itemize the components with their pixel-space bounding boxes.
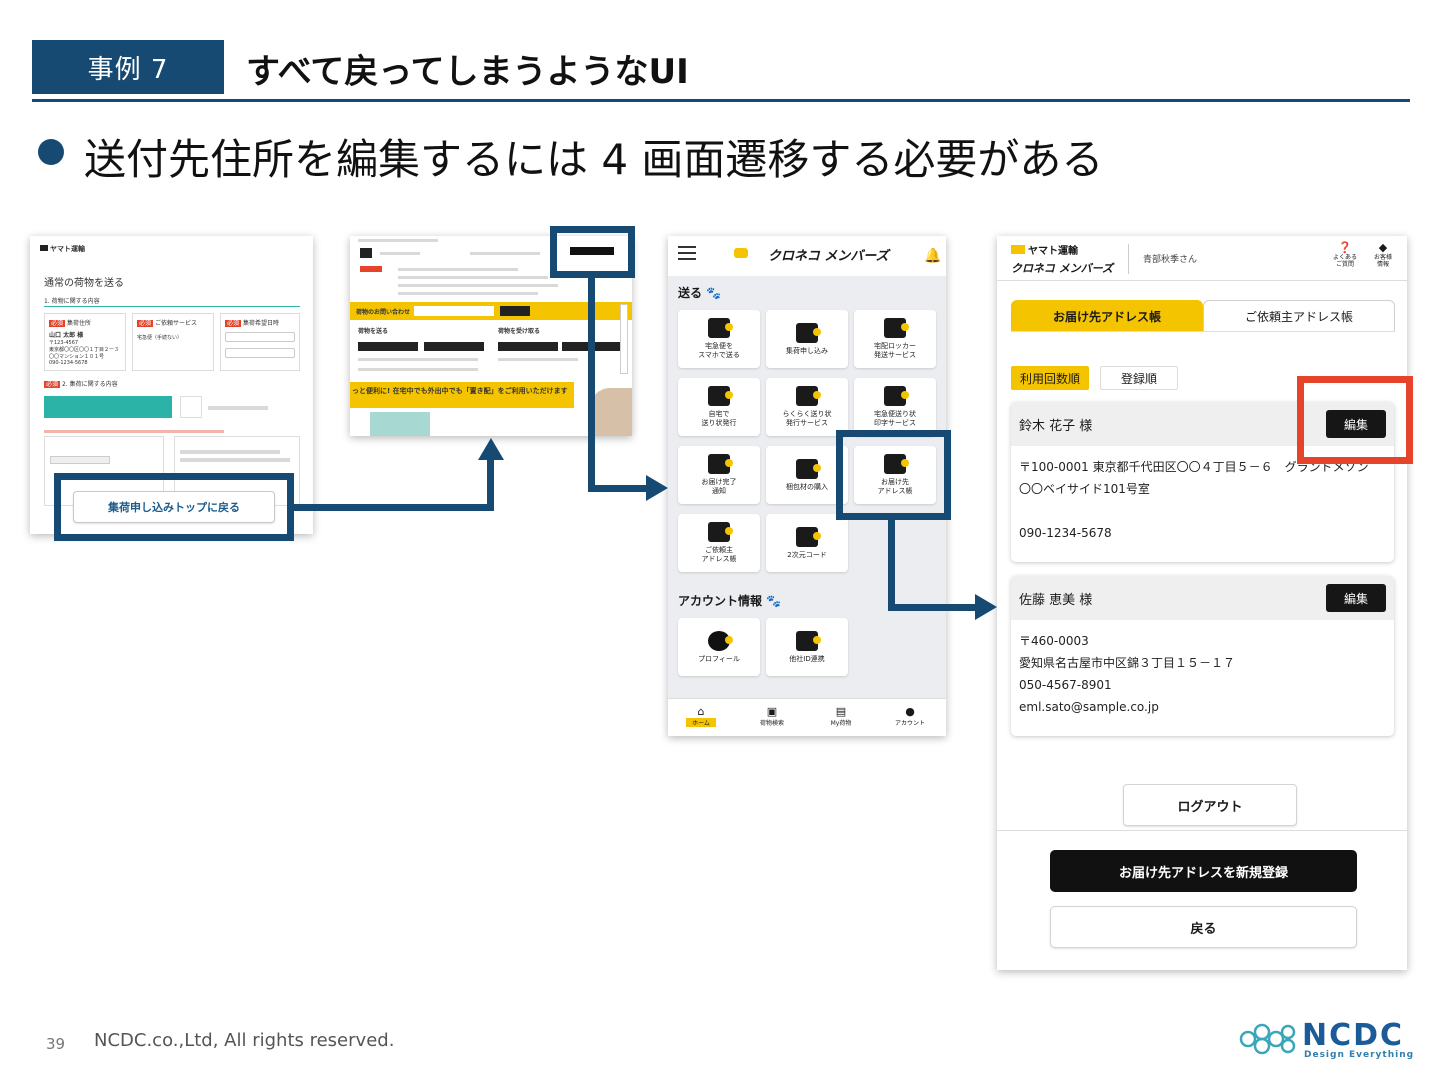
tile-label-print[interactable]: 宅急便送り状 印字サービス bbox=[854, 378, 936, 436]
tile-delivery-notice[interactable]: お届け完了 通知 bbox=[678, 446, 760, 504]
address-card: 佐藤 恵美 様 編集 〒460-0003 愛知県名古屋市中区錦３丁目１５－１７ … bbox=[1011, 576, 1394, 736]
tile-qr-code[interactable]: 2次元コード bbox=[766, 514, 848, 572]
sort-by-registration[interactable]: 登録順 bbox=[1100, 366, 1178, 390]
logout-button[interactable]: ログアウト bbox=[1123, 784, 1297, 826]
tile-sender-address-book[interactable]: ご依頼主 アドレス帳 bbox=[678, 514, 760, 572]
connector-line bbox=[294, 504, 494, 511]
user-name: 青部秋季さん bbox=[1143, 255, 1198, 265]
service-column: 必須 ご依頼サービス 宅急便（手続ない） bbox=[132, 313, 214, 371]
edit-button[interactable]: 編集 bbox=[1326, 584, 1386, 612]
packing-option[interactable] bbox=[44, 396, 172, 418]
address-name: 佐藤 恵美 様 bbox=[1019, 592, 1093, 608]
bullet-text: 送付先住所を編集するには 4 画面遷移する必要がある bbox=[84, 135, 1104, 184]
arrow-right-icon bbox=[975, 594, 997, 620]
nav-account[interactable]: ● アカウント bbox=[890, 705, 930, 727]
page-number: 39 bbox=[46, 1035, 66, 1053]
ncdc-logo-tagline: Design Everything bbox=[1304, 1050, 1415, 1060]
highlight-back-button bbox=[54, 473, 294, 541]
address-name: 鈴木 花子 様 bbox=[1019, 418, 1093, 434]
cat-icon: ◆ bbox=[1378, 241, 1388, 254]
brand-logo: ヤマト運輸 bbox=[40, 244, 85, 254]
nav-search[interactable]: ▣ 荷物検索 bbox=[754, 705, 790, 727]
tab-recipient-address-book[interactable]: お届け先アドレス帳 bbox=[1011, 300, 1203, 332]
tile-id-link[interactable]: 他社ID連携 bbox=[766, 618, 848, 676]
send-section-title: 送る 🐾 bbox=[678, 286, 722, 300]
question-icon: ❓ bbox=[1338, 241, 1352, 254]
case-badge: 事例 7 bbox=[32, 40, 224, 94]
member-info-link[interactable]: ◆ お客様 情報 bbox=[1366, 241, 1400, 268]
tracking-input[interactable] bbox=[414, 306, 494, 316]
tile-easy-label[interactable]: らくらく送り状 発行サービス bbox=[766, 378, 848, 436]
sender-column: 必須 集荷住所 山口 太郎 様 〒123-4567 東京都〇〇区〇〇１丁目２ー３… bbox=[44, 313, 126, 371]
faq-link[interactable]: ❓ よくある ご質問 bbox=[1328, 241, 1362, 268]
highlight-address-book-tile bbox=[836, 430, 951, 520]
highlight-login-button bbox=[550, 226, 635, 278]
bottom-nav: ⌂ ホーム ▣ 荷物検索 ▤ My荷物 ● アカウント bbox=[668, 698, 946, 736]
register-address-button[interactable]: お届け先アドレスを新規登録 bbox=[1050, 850, 1357, 892]
nav-my-package[interactable]: ▤ My荷物 bbox=[824, 705, 858, 727]
tile-send-by-phone[interactable]: 宅急便を スマホで送る bbox=[678, 310, 760, 368]
tile-profile[interactable]: プロフィール bbox=[678, 618, 760, 676]
ncdc-logo-text: NCDC bbox=[1302, 1018, 1405, 1053]
connector-line bbox=[888, 520, 895, 611]
section-1-label: 1. 荷物に関する内容 bbox=[44, 298, 100, 305]
tab-sender-address-book[interactable]: ご依頼主アドレス帳 bbox=[1203, 300, 1395, 332]
bullet-icon bbox=[38, 139, 64, 165]
section-2-label: 必須 2. 集荷に関する内容 bbox=[44, 381, 118, 388]
arrow-right-icon bbox=[646, 475, 668, 501]
page-heading: 通常の荷物を送る bbox=[44, 278, 124, 289]
date-column: 必須 集荷希望日時 bbox=[220, 313, 300, 371]
tile-locker-service[interactable]: 宅配ロッカー 発送サービス bbox=[854, 310, 936, 368]
highlight-edit-button bbox=[1297, 376, 1413, 464]
connector-line bbox=[487, 458, 494, 511]
nav-home[interactable]: ⌂ ホーム bbox=[686, 705, 716, 727]
sort-by-usage[interactable]: 利用回数順 bbox=[1011, 366, 1089, 390]
tile-home-label[interactable]: 自宅で 送り状発行 bbox=[678, 378, 760, 436]
hamburger-menu-icon[interactable] bbox=[678, 246, 696, 248]
tracking-search-button[interactable] bbox=[500, 306, 530, 316]
app-title: クロネコ メンバーズ bbox=[768, 249, 889, 264]
bell-icon[interactable]: 🔔 bbox=[924, 248, 941, 264]
copyright: NCDC.co.,Ltd, All rights reserved. bbox=[94, 1030, 395, 1051]
brand-logo: ヤマト運輸 bbox=[1011, 242, 1078, 257]
slide-title: すべて戻ってしまうようなUI bbox=[246, 52, 689, 92]
arrow-up-icon bbox=[478, 438, 504, 460]
brand-cat-icon bbox=[734, 248, 748, 258]
tile-pickup-request[interactable]: 集荷申し込み bbox=[766, 310, 848, 368]
app-name: クロネコ メンバーズ bbox=[1011, 262, 1114, 275]
connector-line bbox=[888, 604, 976, 611]
back-button[interactable]: 戻る bbox=[1050, 906, 1357, 948]
account-section-title: アカウント情報 🐾 bbox=[678, 594, 782, 608]
connector-line bbox=[588, 278, 595, 492]
ncdc-logo-icon bbox=[1239, 1023, 1296, 1055]
promo-banner: っと便利に! 在宅中でも外出中でも「置き配」をご利用いただけます bbox=[350, 382, 574, 408]
title-divider bbox=[32, 99, 1410, 102]
brand-icon bbox=[360, 248, 372, 258]
connector-line bbox=[588, 485, 648, 492]
